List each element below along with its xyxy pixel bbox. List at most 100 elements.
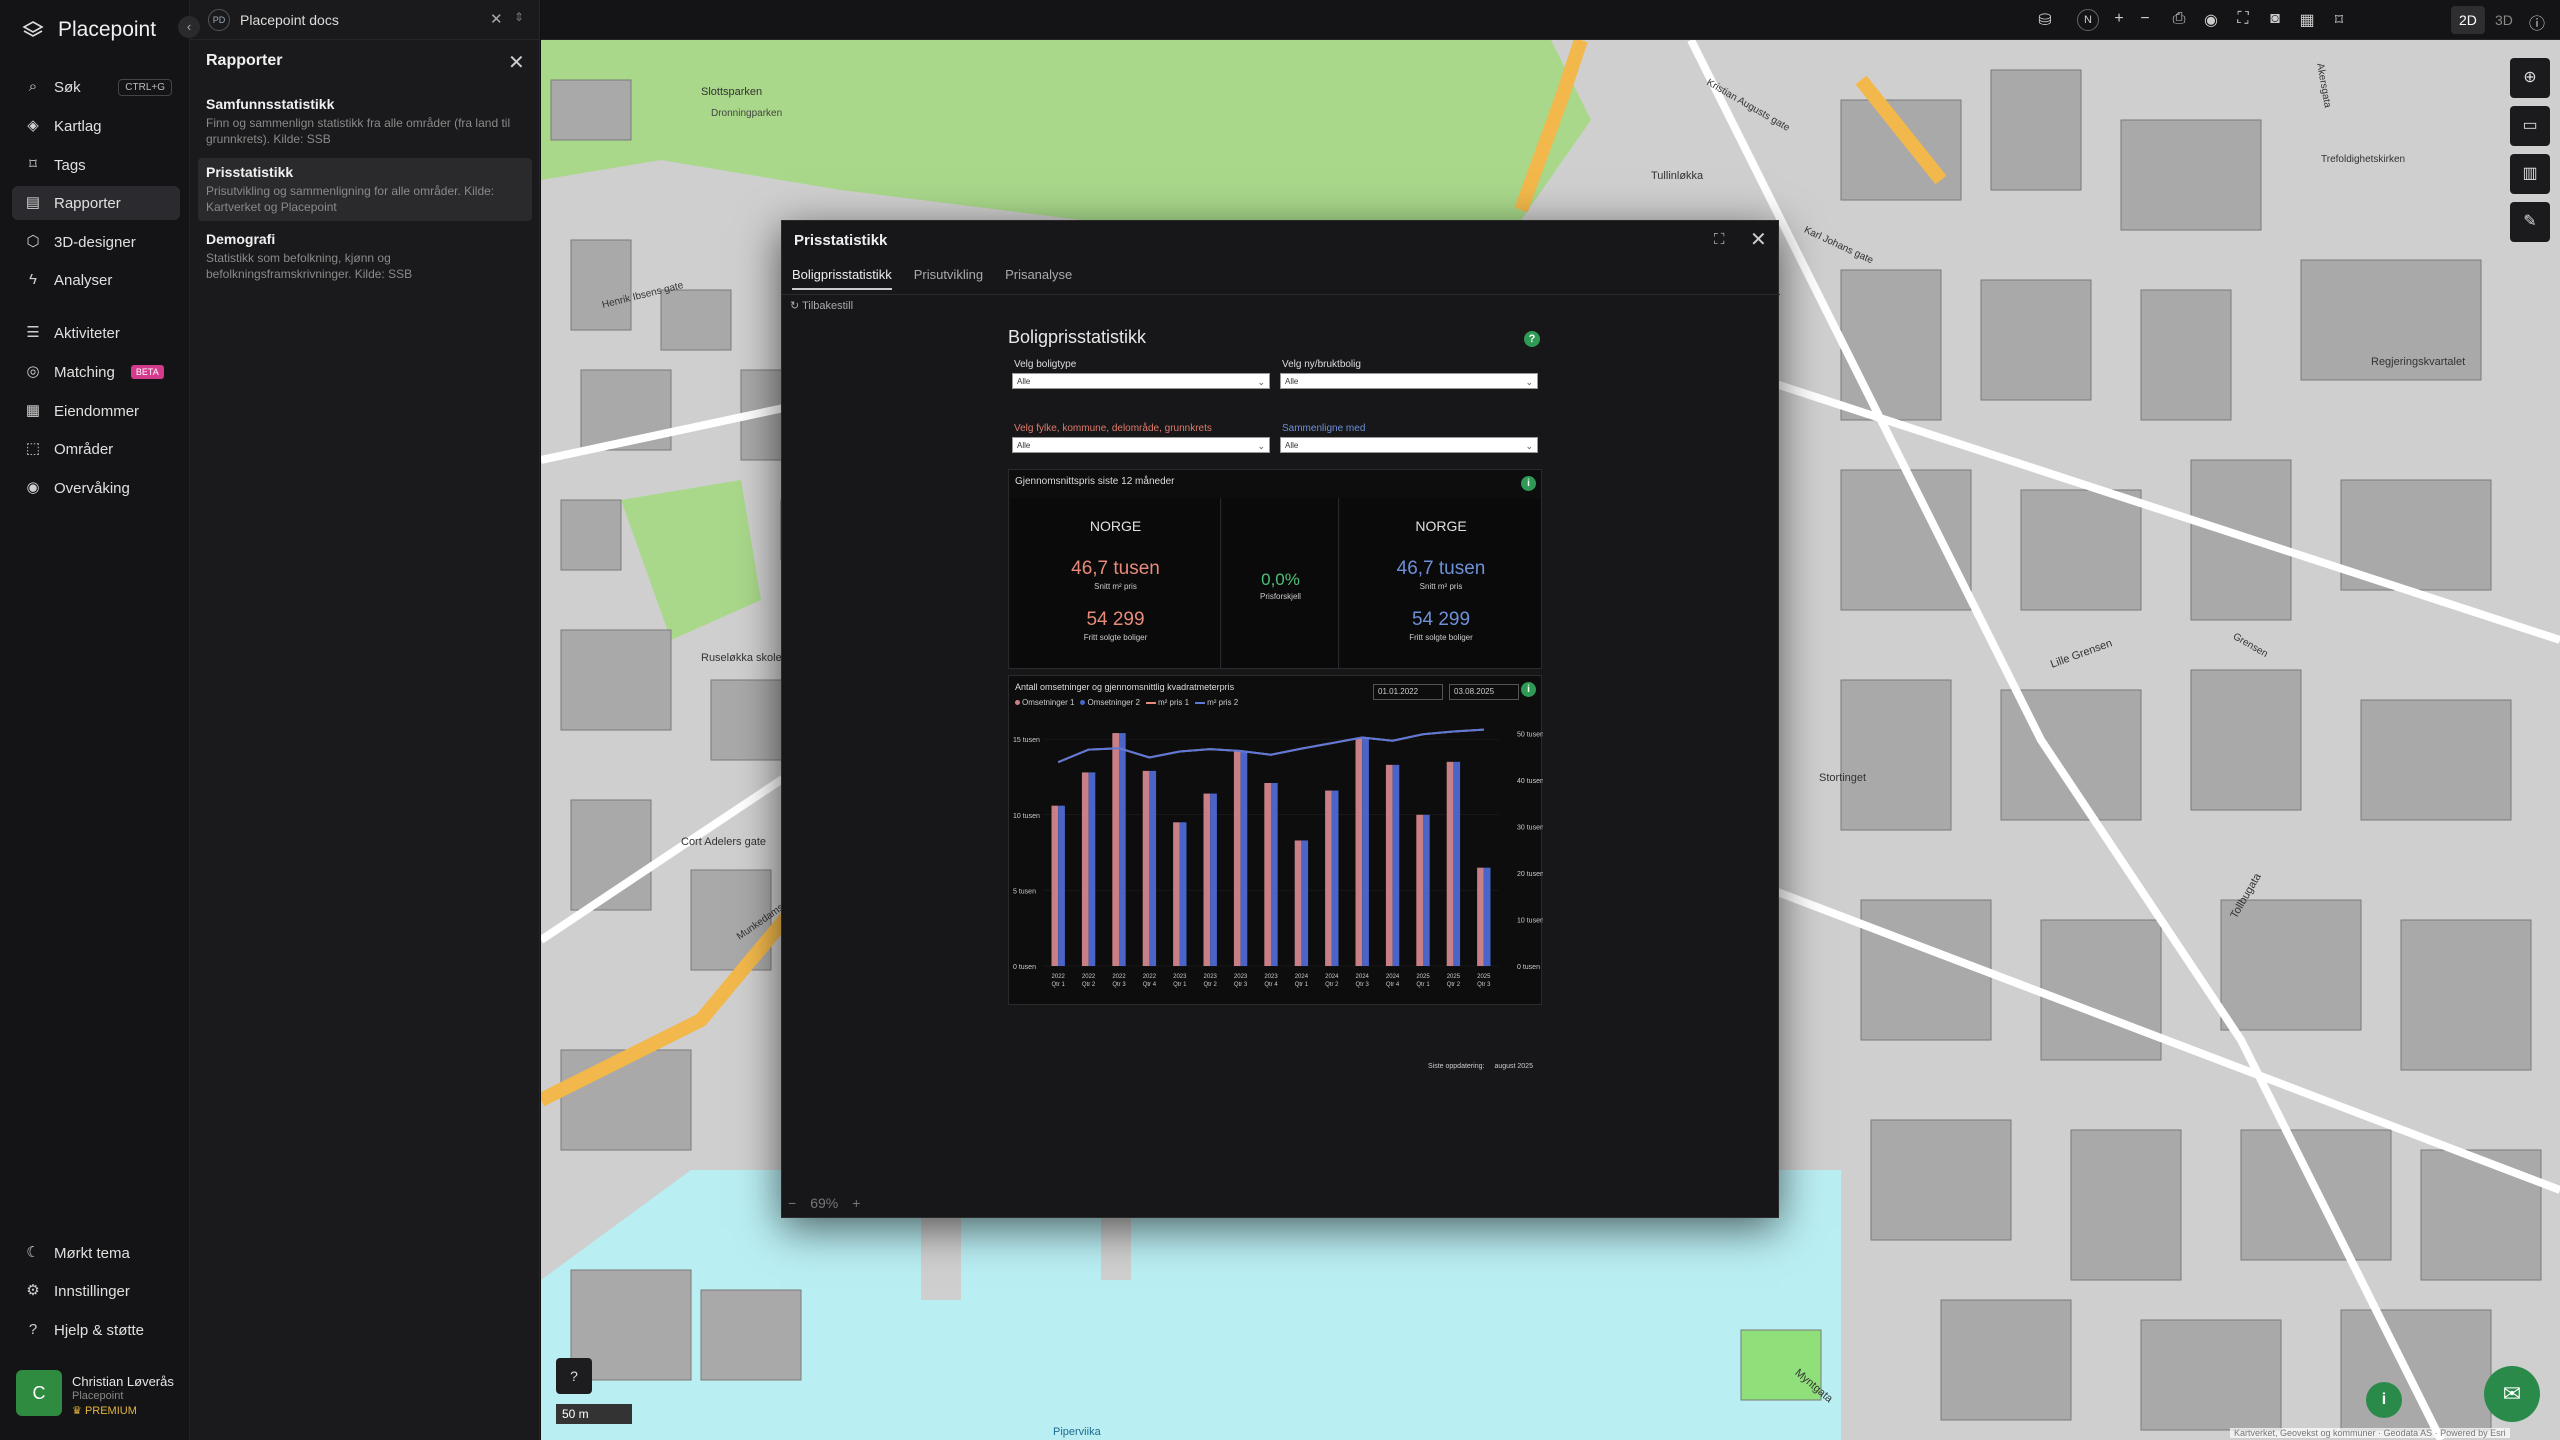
cube-icon: ⬡ [26,233,40,250]
eye-icon[interactable]: ◉ [2201,10,2221,30]
close-modal-icon[interactable]: ✕ [1750,227,1767,252]
report-title: Demografi [206,231,276,247]
kpi-sales: 54 299 [1411,609,1471,630]
chevron-updown-icon[interactable]: ⇕ [514,10,524,24]
map-label: Dronningparken [711,108,783,119]
user-org: Placepoint [72,1390,124,1402]
info-circle-icon[interactable]: ⓘ [2527,10,2547,34]
app-name: Placepoint [58,18,157,41]
nav-item-eiendommer[interactable]: ▦ Eiendommer [12,394,180,428]
last-updated: Siste oppdatering: august 2025 [1428,1063,1533,1070]
select-value: Alle [1017,377,1031,386]
measure-tool-icon[interactable]: ⊕ [2510,58,2550,98]
date-to-input[interactable]: 03.08.2025 [1449,684,1519,700]
bar-series2 [1331,790,1339,966]
draw-tool-icon[interactable]: ✎ [2510,202,2550,242]
x-tick-label: Qtr 4 [1264,982,1278,988]
nav-item-overvaking[interactable]: ◉ Overvåking [12,471,180,505]
kpi-place: NORGE [1415,518,1467,534]
bookmark-icon[interactable]: ⌑ [2329,10,2349,30]
area-select[interactable]: Alle ⌄ [1012,437,1270,453]
brand[interactable]: Placepoint [22,18,156,42]
nav-item-tags[interactable]: ⌑ Tags [12,148,180,182]
x-tick-label: Qtr 1 [1295,982,1309,988]
kpi-sales: 54 299 [1086,609,1145,630]
bar-series1 [1081,772,1089,966]
nav-item-help[interactable]: ? Hjelp & støtte [12,1313,180,1347]
mode-3d-toggle[interactable]: 3D [2487,6,2521,34]
nav-label: Eiendommer [54,402,140,420]
filter-label: Sammenligne med [1282,423,1366,434]
fullscreen-icon[interactable]: ⛶ [2233,10,2253,28]
x-tick-label: 2023 [1204,974,1218,980]
bar-series2 [1179,822,1187,966]
bar-series1 [1233,751,1241,966]
bar-series2 [1392,764,1400,966]
chevron-down-icon: ⌄ [1525,441,1533,451]
target-icon: ◎ [26,363,40,380]
x-tick-label: 2024 [1325,974,1339,980]
tab-prisanalyse[interactable]: Prisanalyse [1005,267,1072,290]
zoom-in-icon[interactable]: + [852,1195,860,1211]
updated-value: august 2025 [1494,1063,1533,1070]
map-help-icon[interactable]: ? [556,1358,592,1394]
document-tab[interactable]: PD Placepoint docs [190,0,540,40]
nybruktbolig-select[interactable]: Alle ⌄ [1280,373,1538,389]
nav-item-3d-designer[interactable]: ⬡ 3D-designer [12,225,180,259]
maximize-icon[interactable]: ⛶ [1714,231,1725,248]
report-desc: Statistikk som befolkning, kjønn og befo… [206,251,413,281]
zoom-in-icon[interactable]: + [2109,10,2129,28]
mode-2d-toggle[interactable]: 2D [2451,6,2485,34]
kpi-right: NORGE 46,7 tusen Snitt m² pris 54 299 Fr… [1341,498,1541,668]
report-item-demografi[interactable]: Demografi Statistikk som befolkning, kjø… [198,225,532,288]
report-content: Boligprisstatistikk ? Velg boligtype All… [1008,327,1543,1070]
boligtype-select[interactable]: Alle ⌄ [1012,373,1270,389]
nav-label: 3D-designer [54,233,136,251]
compass-icon[interactable]: N [2077,9,2099,31]
bucket-icon[interactable]: ⛁ [2035,10,2055,30]
info-icon[interactable]: i [2366,1382,2402,1418]
y-right-tick-label: 0 tusen [1517,964,1540,971]
tab-boligprisstatistikk[interactable]: Boligprisstatistikk [792,267,892,290]
print-icon[interactable]: ⎙ [2169,10,2189,28]
monitor-icon: ◉ [26,479,40,496]
nav-item-search[interactable]: ⌕ Søk CTRL+G [12,70,180,104]
nav-item-rapporter[interactable]: ▤ Rapporter [12,186,180,220]
reset-button[interactable]: ↻ Tilbakestill [790,299,853,312]
close-tab-icon[interactable]: ✕ [490,10,503,28]
grid-icon[interactable]: ▦ [2297,10,2317,30]
close-panel-icon[interactable]: ✕ [508,50,525,75]
chart-tool-icon[interactable]: ▥ [2510,154,2550,194]
nav-item-kartlag[interactable]: ◈ Kartlag [12,109,180,143]
ruler-icon[interactable]: ▭ [2510,106,2550,146]
help-icon[interactable]: ? [1524,331,1540,347]
zoom-out-icon[interactable]: − [2135,10,2155,28]
user-name: Christian Løverås [72,1374,174,1389]
tab-prisutvikling[interactable]: Prisutvikling [914,267,983,290]
nav-item-settings[interactable]: ⚙ Innstillinger [12,1274,180,1308]
chat-icon[interactable]: ✉ [2484,1366,2540,1422]
date-from-input[interactable]: 01.01.2022 [1373,684,1443,700]
camera-icon[interactable]: ◙ [2265,10,2285,28]
info-icon[interactable]: i [1521,476,1536,491]
x-tick-label: Qtr 2 [1082,982,1096,988]
legend-swatch [1015,700,1020,705]
info-icon[interactable]: i [1521,682,1536,697]
nav-item-dark-theme[interactable]: ☾ Mørkt tema [12,1236,180,1270]
y-right-tick-label: 30 tusen [1517,824,1543,831]
nav-item-omrader[interactable]: ⬚ Områder [12,432,180,466]
nav-item-matching[interactable]: ◎ Matching BETA [12,355,180,389]
user-profile[interactable]: C Christian Løverås Placepoint ♛ PREMIUM [16,1370,186,1426]
y-left-tick-label: 0 tusen [1013,964,1036,971]
moon-icon: ☾ [26,1244,40,1261]
report-item-prisstatistikk[interactable]: Prisstatistikk Prisutvikling og sammenli… [198,158,532,221]
bar-series1 [1385,764,1393,966]
nav-item-aktiviteter[interactable]: ☰ Aktiviteter [12,316,180,350]
nav-item-analyser[interactable]: ϟ Analyser [12,263,180,297]
zoom-out-icon[interactable]: − [788,1195,796,1211]
compare-select[interactable]: Alle ⌄ [1280,437,1538,453]
report-item-samfunnsstatistikk[interactable]: Samfunnsstatistikk Finn og sammenlign st… [198,90,532,153]
map-tools: ⊕ ▭ ▥ ✎ [2510,58,2550,250]
collapse-nav-button[interactable]: ‹ [178,16,200,38]
bar-series2 [1210,793,1217,966]
